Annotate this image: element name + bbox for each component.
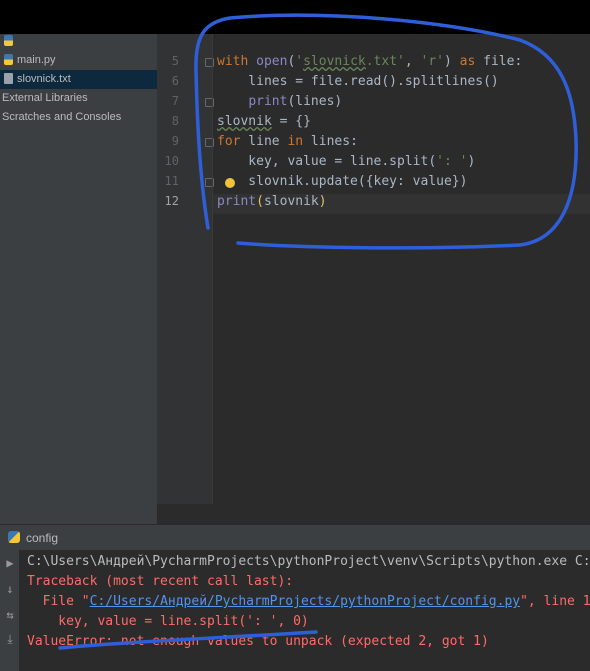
annotation-underline bbox=[58, 630, 318, 650]
hand-drawn-annotation bbox=[58, 13, 578, 650]
annotation-circle bbox=[194, 13, 578, 250]
